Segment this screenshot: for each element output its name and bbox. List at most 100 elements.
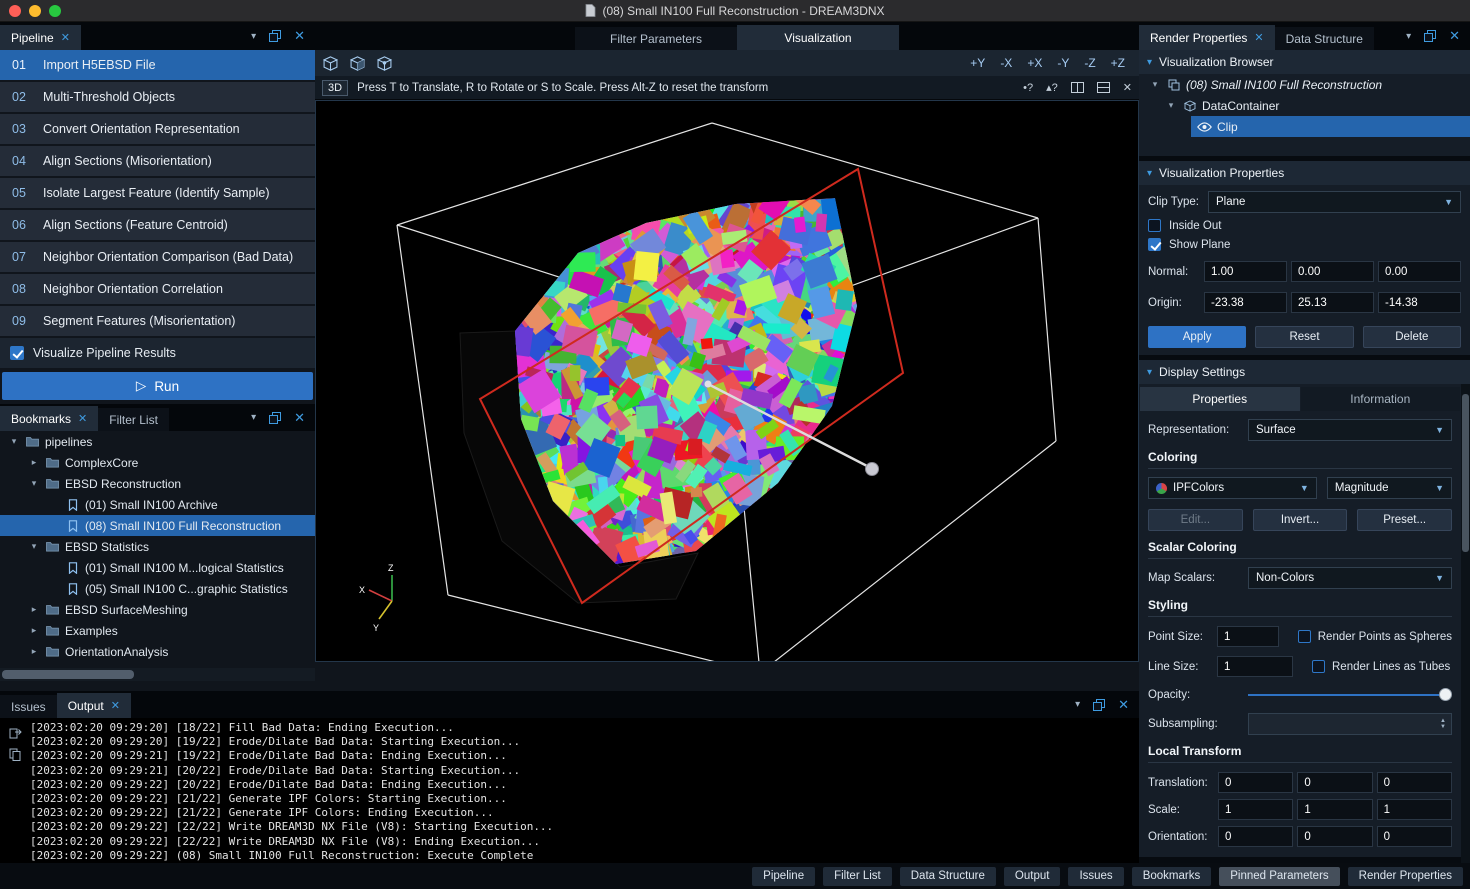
pipeline-step[interactable]: 09Segment Features (Misorientation) bbox=[0, 306, 315, 336]
camera-axis-button-plusminus-Y[interactable]: +Y bbox=[970, 56, 985, 70]
scrollbar-thumb[interactable] bbox=[2, 670, 134, 679]
pipeline-step[interactable]: 05Isolate Largest Feature (Identify Samp… bbox=[0, 178, 315, 208]
close-view-icon[interactable]: ✕ bbox=[1123, 81, 1132, 94]
translation-x-input[interactable] bbox=[1218, 772, 1293, 793]
caret-down-icon[interactable]: ▾ bbox=[28, 541, 40, 552]
projection-cube-icon[interactable] bbox=[377, 56, 392, 71]
toggle-render-properties-button[interactable]: Render Properties bbox=[1348, 867, 1463, 886]
close-panel-icon[interactable]: ✕ bbox=[1449, 28, 1460, 44]
toggle-pipeline-button[interactable]: Pipeline bbox=[752, 867, 815, 886]
tab-display-properties[interactable]: Properties bbox=[1140, 387, 1300, 411]
float-panel-icon[interactable] bbox=[269, 412, 281, 424]
scrollbar-thumb[interactable] bbox=[1462, 394, 1469, 552]
pipeline-step[interactable]: 04Align Sections (Misorientation) bbox=[0, 146, 315, 176]
scale-x-input[interactable] bbox=[1218, 799, 1293, 820]
label-help-icon[interactable]: ▴? bbox=[1046, 81, 1058, 94]
toggle-issues-button[interactable]: Issues bbox=[1068, 867, 1123, 886]
camera-axis-button-plusminus-Z[interactable]: +Z bbox=[1111, 56, 1125, 70]
map-scalars-dropdown[interactable]: Non-Colors ▼ bbox=[1248, 567, 1452, 589]
snap-view-cube-icon[interactable] bbox=[350, 56, 365, 71]
close-tab-icon[interactable]: ✕ bbox=[111, 699, 120, 712]
slider-track[interactable] bbox=[1248, 694, 1450, 696]
origin-y-input[interactable] bbox=[1291, 292, 1374, 313]
tree-item[interactable]: ▸Examples bbox=[0, 620, 315, 641]
spinner-arrows-icon[interactable]: ▲▼ bbox=[1436, 714, 1450, 734]
reset-button[interactable]: Reset bbox=[1255, 326, 1353, 348]
caret-right-icon[interactable]: ▸ bbox=[28, 625, 40, 636]
tree-item[interactable]: ▾pipelines bbox=[0, 431, 315, 452]
close-tab-icon[interactable]: ✕ bbox=[78, 412, 87, 425]
tab-display-information[interactable]: Information bbox=[1301, 387, 1461, 411]
normal-x-input[interactable] bbox=[1204, 261, 1287, 282]
component-dropdown[interactable]: Magnitude ▼ bbox=[1327, 477, 1452, 499]
scale-y-input[interactable] bbox=[1297, 799, 1372, 820]
close-panel-icon[interactable]: ✕ bbox=[294, 410, 305, 426]
float-panel-icon[interactable] bbox=[1093, 699, 1105, 711]
apply-button[interactable]: Apply bbox=[1148, 326, 1246, 348]
zoom-window-button[interactable] bbox=[49, 5, 61, 17]
caret-right-icon[interactable]: ▸ bbox=[28, 457, 40, 468]
display-settings-header[interactable]: ▾ Display Settings bbox=[1139, 360, 1470, 384]
camera-axis-button-minus-Z[interactable]: -Z bbox=[1084, 56, 1095, 70]
orientation-x-input[interactable] bbox=[1218, 826, 1293, 847]
point-size-input[interactable] bbox=[1217, 626, 1279, 647]
section-collapse-icon[interactable]: ▾ bbox=[1147, 168, 1152, 179]
toggle-pinned-parameters-button[interactable]: Pinned Parameters bbox=[1219, 867, 1339, 886]
visibility-eye-icon[interactable] bbox=[1197, 122, 1212, 132]
clip-type-dropdown[interactable]: Plane ▼ bbox=[1208, 191, 1461, 213]
tab-output[interactable]: Output ✕ bbox=[57, 693, 131, 718]
viewport-3d-scene[interactable]: Z X Y bbox=[316, 101, 1138, 661]
tab-pipeline[interactable]: Pipeline ✕ bbox=[0, 25, 81, 50]
visualize-results-checkbox[interactable] bbox=[10, 346, 24, 360]
toggle-bookmarks-button[interactable]: Bookmarks bbox=[1132, 867, 1212, 886]
tree-item[interactable]: (05) Small IN100 C...graphic Statistics bbox=[0, 578, 315, 599]
tree-item-pipeline-node[interactable]: ▾ (08) Small IN100 Full Reconstruction bbox=[1139, 74, 1470, 95]
caret-down-icon[interactable]: ▾ bbox=[8, 436, 20, 447]
display-settings-scrollbar[interactable] bbox=[1461, 384, 1470, 863]
tree-item[interactable]: ▾EBSD Statistics bbox=[0, 536, 315, 557]
tab-issues[interactable]: Issues bbox=[0, 695, 57, 718]
close-window-button[interactable] bbox=[9, 5, 21, 17]
tree-item-clip[interactable]: Clip bbox=[1191, 116, 1470, 137]
visualization-properties-header[interactable]: ▾ Visualization Properties bbox=[1139, 161, 1470, 185]
invert-color-button[interactable]: Invert... bbox=[1253, 509, 1348, 531]
pipeline-step[interactable]: 06Align Sections (Feature Centroid) bbox=[0, 210, 315, 240]
panel-menu-caret-icon[interactable]: ▾ bbox=[1406, 31, 1411, 42]
color-array-dropdown[interactable]: IPFColors ▼ bbox=[1148, 477, 1317, 499]
camera-axis-button-minus-Y[interactable]: -Y bbox=[1057, 56, 1069, 70]
minimize-window-button[interactable] bbox=[29, 5, 41, 17]
subsampling-spinbox[interactable]: ▲▼ bbox=[1248, 713, 1452, 735]
edit-color-button[interactable]: Edit... bbox=[1148, 509, 1243, 531]
section-collapse-icon[interactable]: ▾ bbox=[1147, 367, 1152, 378]
translation-y-input[interactable] bbox=[1297, 772, 1372, 793]
tab-filter-parameters[interactable]: Filter Parameters bbox=[575, 27, 737, 50]
panel-menu-caret-icon[interactable]: ▾ bbox=[1075, 699, 1080, 710]
preset-color-button[interactable]: Preset... bbox=[1357, 509, 1452, 531]
toggle-filter-list-button[interactable]: Filter List bbox=[823, 867, 892, 886]
tab-render-properties[interactable]: Render Properties ✕ bbox=[1139, 25, 1275, 50]
tree-item[interactable]: ▸ComplexCore bbox=[0, 452, 315, 473]
point-picker-help-icon[interactable]: •? bbox=[1023, 82, 1033, 94]
view-mode-badge[interactable]: 3D bbox=[322, 80, 348, 96]
normal-z-input[interactable] bbox=[1378, 261, 1461, 282]
export-log-icon[interactable] bbox=[9, 726, 22, 739]
float-panel-icon[interactable] bbox=[1424, 30, 1436, 42]
caret-right-icon[interactable]: ▸ bbox=[28, 646, 40, 657]
pipeline-step[interactable]: 07Neighbor Orientation Comparison (Bad D… bbox=[0, 242, 315, 272]
close-tab-icon[interactable]: ✕ bbox=[1254, 31, 1263, 44]
close-panel-icon[interactable]: ✕ bbox=[294, 28, 305, 44]
tab-data-structure[interactable]: Data Structure bbox=[1275, 27, 1374, 50]
representation-dropdown[interactable]: Surface ▼ bbox=[1248, 419, 1452, 441]
split-view-vertical-icon[interactable] bbox=[1071, 82, 1084, 93]
pipeline-step[interactable]: 02Multi-Threshold Objects bbox=[0, 82, 315, 112]
panel-menu-caret-icon[interactable]: ▾ bbox=[251, 31, 256, 42]
render-points-spheres-checkbox[interactable] bbox=[1298, 630, 1311, 643]
tree-item[interactable]: ▸EBSD SurfaceMeshing bbox=[0, 599, 315, 620]
camera-axis-button-plusminus-X[interactable]: +X bbox=[1027, 56, 1042, 70]
console-log-lines[interactable]: [2023:02:20 09:29:20] [18/22] Fill Bad D… bbox=[30, 718, 553, 863]
bookmarks-horizontal-scrollbar[interactable] bbox=[0, 668, 315, 681]
toggle-data-structure-button[interactable]: Data Structure bbox=[900, 867, 996, 886]
visualize-pipeline-results-row[interactable]: Visualize Pipeline Results bbox=[0, 338, 315, 368]
tree-item[interactable]: (01) Small IN100 Archive bbox=[0, 494, 315, 515]
show-plane-checkbox[interactable] bbox=[1148, 238, 1161, 251]
